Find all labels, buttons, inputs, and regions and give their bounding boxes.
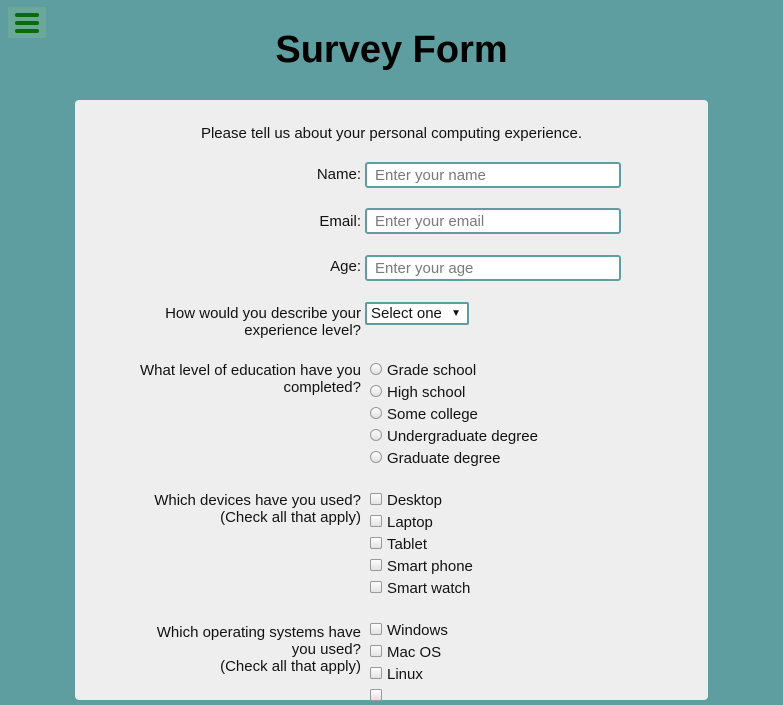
- devices-option-label: Smart phone: [387, 558, 473, 575]
- education-label-line1: What level of education have you: [140, 362, 361, 379]
- radio-button-icon[interactable]: [370, 429, 382, 441]
- devices-label-line2: (Check all that apply): [220, 509, 361, 526]
- age-label: Age:: [330, 258, 361, 275]
- education-option[interactable]: High school: [370, 384, 465, 401]
- devices-option[interactable]: Smart watch: [370, 580, 470, 597]
- devices-option-label: Smart watch: [387, 580, 471, 597]
- radio-button-icon[interactable]: [370, 451, 382, 463]
- education-label-line2: completed?: [283, 379, 361, 396]
- name-input[interactable]: [365, 162, 621, 188]
- education-option-label: Undergraduate degree: [387, 428, 538, 445]
- checkbox-icon[interactable]: [370, 667, 382, 679]
- os-label-line2: you used?: [291, 641, 361, 658]
- education-option-label: Grade school: [387, 362, 477, 379]
- os-option[interactable]: Linux: [370, 666, 423, 683]
- os-option-partial[interactable]: [370, 688, 387, 705]
- devices-option-label: Desktop: [387, 492, 443, 509]
- hamburger-menu-icon-bar: [15, 12, 39, 17]
- age-input[interactable]: [365, 255, 621, 281]
- checkbox-icon[interactable]: [370, 537, 382, 549]
- devices-option-label: Tablet: [387, 536, 428, 553]
- checkbox-icon[interactable]: [370, 493, 382, 505]
- education-option-label: High school: [387, 384, 466, 401]
- education-option-label: Graduate degree: [387, 450, 501, 467]
- os-option-label: Mac OS: [387, 644, 442, 661]
- devices-option[interactable]: Laptop: [370, 514, 433, 531]
- experience-label-line2: experience level?: [244, 322, 361, 339]
- education-option[interactable]: Grade school: [370, 362, 476, 379]
- os-option[interactable]: Mac OS: [370, 644, 441, 661]
- checkbox-icon[interactable]: [370, 581, 382, 593]
- radio-button-icon[interactable]: [370, 385, 382, 397]
- devices-option[interactable]: Tablet: [370, 536, 427, 553]
- experience-label-line1: How would you describe your: [165, 305, 361, 322]
- devices-option[interactable]: Smart phone: [370, 558, 473, 575]
- education-option-label: Some college: [387, 406, 478, 423]
- devices-label-line1: Which devices have you used?: [154, 492, 361, 509]
- survey-form-card: Please tell us about your personal compu…: [75, 100, 708, 701]
- os-label-line1: Which operating systems have: [156, 624, 361, 641]
- checkbox-icon[interactable]: [370, 559, 382, 571]
- devices-option[interactable]: Desktop: [370, 492, 442, 509]
- radio-button-icon[interactable]: [370, 407, 382, 419]
- education-label: What level of education have you complet…: [101, 362, 361, 396]
- education-option[interactable]: Some college: [370, 406, 478, 423]
- os-label-line3: (Check all that apply): [220, 658, 361, 675]
- os-option-label: Windows: [387, 622, 448, 639]
- radio-button-icon[interactable]: [370, 363, 382, 375]
- os-option-label: Linux: [387, 666, 423, 683]
- checkbox-icon[interactable]: [370, 515, 382, 527]
- experience-select[interactable]: Select one ▼: [365, 302, 469, 325]
- checkbox-icon[interactable]: [370, 645, 382, 657]
- education-option[interactable]: Undergraduate degree: [370, 428, 538, 445]
- os-option[interactable]: Windows: [370, 622, 448, 639]
- name-label: Name:: [316, 166, 361, 183]
- devices-option-label: Laptop: [387, 514, 433, 531]
- experience-label: How would you describe your experience l…: [101, 305, 361, 339]
- checkbox-icon[interactable]: [370, 689, 382, 701]
- devices-label: Which devices have you used? (Check all …: [101, 492, 361, 526]
- hamburger-menu-icon-bar: [15, 20, 39, 25]
- experience-select-value: Select one: [371, 305, 442, 322]
- page-title: Survey Form: [275, 29, 508, 71]
- email-input[interactable]: [365, 208, 621, 234]
- email-label: Email:: [319, 213, 361, 230]
- form-intro: Please tell us about your personal compu…: [200, 125, 583, 142]
- checkbox-icon[interactable]: [370, 623, 382, 635]
- triangle-down-icon: ▼: [451, 308, 461, 319]
- education-option[interactable]: Graduate degree: [370, 450, 500, 467]
- os-label: Which operating systems have you used? (…: [101, 624, 361, 675]
